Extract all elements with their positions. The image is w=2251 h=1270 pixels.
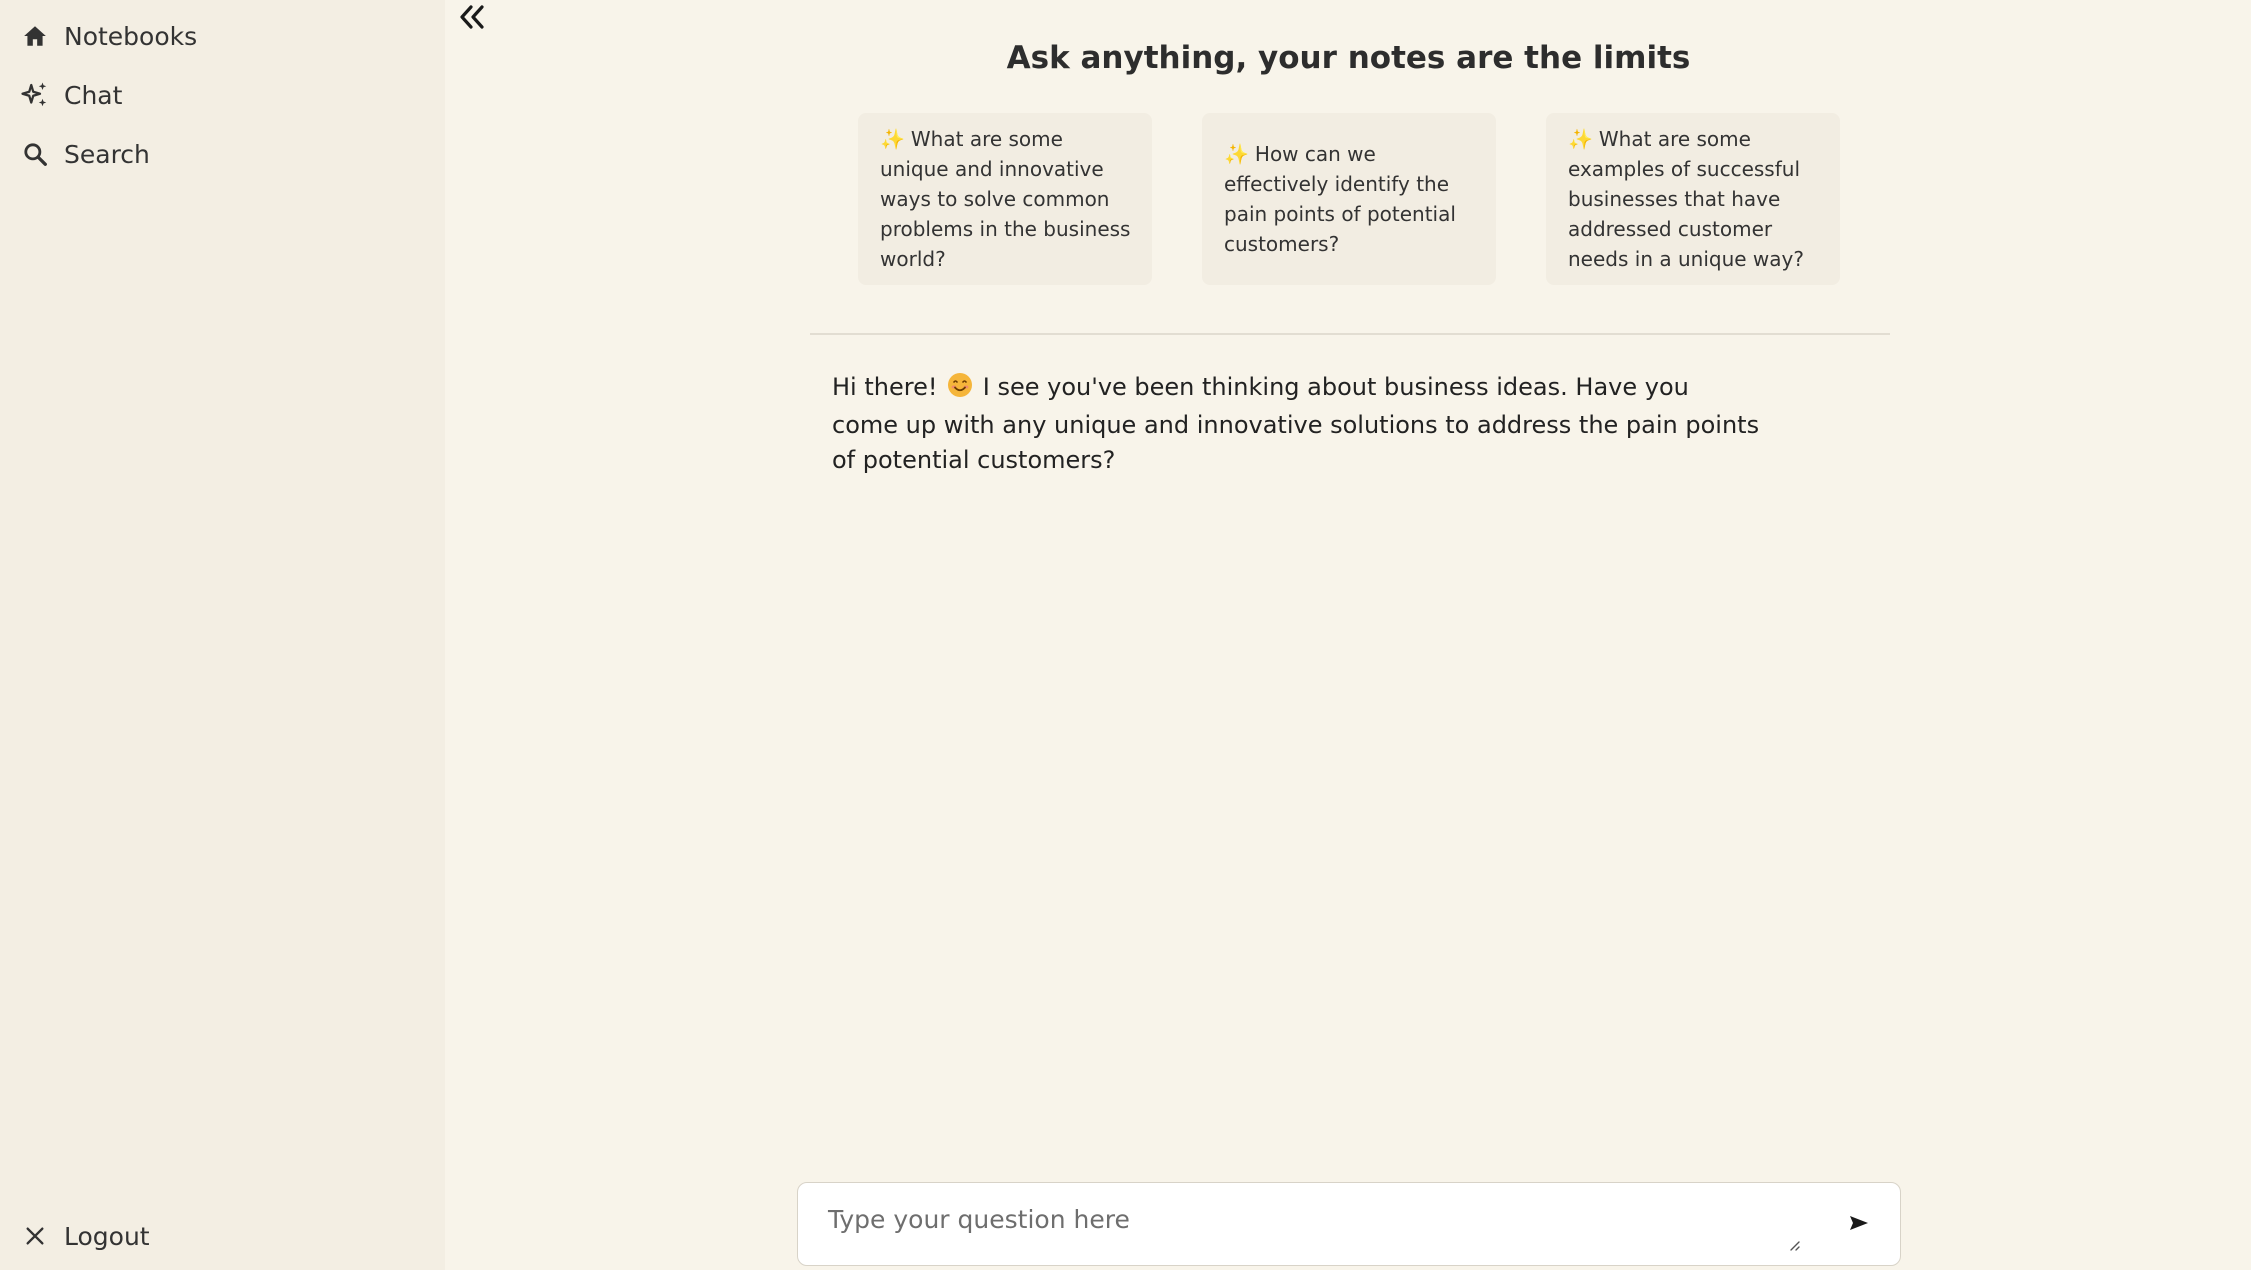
question-input[interactable] — [826, 1197, 1786, 1249]
send-button[interactable] — [1841, 1207, 1877, 1243]
suggestion-card[interactable]: ✨ What are some unique and innovative way… — [858, 113, 1152, 285]
logout-label: Logout — [64, 1221, 150, 1251]
close-icon — [20, 1221, 50, 1251]
sidebar-item-label: Notebooks — [64, 21, 198, 51]
collapse-sidebar-button[interactable] — [454, 2, 490, 36]
home-icon — [20, 21, 50, 51]
chevrons-left-icon — [457, 3, 487, 35]
sidebar: Notebooks Chat Search Logout — [0, 0, 445, 1270]
sidebar-item-notebooks[interactable]: Notebooks — [20, 14, 197, 58]
sidebar-item-label: Chat — [64, 80, 123, 110]
sparkles-icon — [20, 80, 50, 110]
sparkles-emoji-icon: ✨ — [1568, 127, 1593, 151]
suggestion-text: ✨ What are some unique and innovative way… — [880, 124, 1132, 274]
message-text-start: Hi there! — [832, 373, 938, 401]
sidebar-item-search[interactable]: Search — [20, 132, 150, 176]
sparkles-emoji-icon: ✨ — [1224, 142, 1249, 166]
resize-handle-icon[interactable] — [1787, 1237, 1801, 1251]
divider — [810, 333, 1890, 335]
logout-button[interactable]: Logout — [20, 1214, 150, 1258]
page-title: Ask anything, your notes are the limits — [1006, 40, 1691, 76]
sidebar-item-chat[interactable]: Chat — [20, 73, 122, 117]
smiley-emoji-icon — [947, 372, 973, 408]
search-icon — [20, 139, 50, 169]
suggestion-text: ✨ How can we effectively identify the pai… — [1224, 139, 1476, 259]
suggestion-label: How can we effectively identify the pain… — [1224, 142, 1456, 256]
suggestion-label: What are some examples of successful bus… — [1568, 127, 1804, 271]
suggestion-label: What are some unique and innovative ways… — [880, 127, 1131, 271]
assistant-message: Hi there! I see you've been thinking abo… — [832, 370, 1762, 478]
sparkles-emoji-icon: ✨ — [880, 127, 905, 151]
sidebar-item-label: Search — [64, 139, 150, 169]
send-icon — [1848, 1214, 1870, 1236]
suggestion-card[interactable]: ✨ How can we effectively identify the pai… — [1202, 113, 1496, 285]
suggestion-text: ✨ What are some examples of successful bu… — [1568, 124, 1820, 274]
question-composer — [797, 1182, 1901, 1266]
suggestion-card[interactable]: ✨ What are some examples of successful bu… — [1546, 113, 1840, 285]
